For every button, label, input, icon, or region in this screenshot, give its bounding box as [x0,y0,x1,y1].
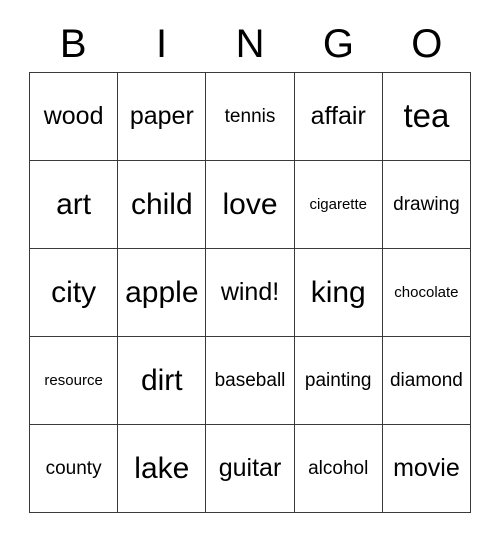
bingo-cell-label: tea [403,97,450,135]
bingo-cell-label: paper [129,102,194,131]
bingo-cell[interactable]: movie [382,425,472,513]
bingo-cell[interactable]: love [206,161,295,249]
bingo-header-letter-i: I [156,22,168,66]
bingo-cell-label: tennis [224,105,276,127]
bingo-cell[interactable]: resource [30,337,119,425]
bingo-cell-label: affair [310,102,366,131]
bingo-cell[interactable]: cigarette [294,161,383,249]
bingo-cell[interactable]: wood [30,73,119,161]
bingo-cell-label: resource [44,371,103,389]
bingo-row: resource dirt baseball painting diamond [30,337,472,425]
bingo-row: city apple wind! king chocolate [30,249,472,337]
bingo-cell[interactable]: county [30,425,119,513]
bingo-cell-label: love [222,187,278,221]
bingo-cell-label: child [130,187,193,221]
bingo-cell[interactable]: alcohol [294,425,383,513]
bingo-row: wood paper tennis affair tea [30,73,472,161]
bingo-row: art child love cigarette drawing [30,161,472,249]
bingo-cell-label: diamond [389,369,463,391]
bingo-cell-label: wind! [220,278,280,307]
bingo-cell[interactable]: child [118,161,207,249]
bingo-cell-label: chocolate [394,283,459,301]
bingo-header-letter-o: O [411,22,443,66]
bingo-cell-label: dirt [140,363,183,397]
bingo-cell[interactable]: apple [118,249,207,337]
bingo-cell[interactable]: dirt [118,337,207,425]
bingo-cell-label: art [56,187,92,221]
bingo-cell-label: king [310,275,366,309]
bingo-cell-label: movie [393,454,460,483]
bingo-cell[interactable]: tea [382,73,472,161]
bingo-cell-label: alcohol [308,457,369,479]
bingo-cell-label: lake [134,451,190,485]
bingo-cell[interactable]: affair [294,73,383,161]
bingo-cell[interactable]: king [294,249,383,337]
bingo-cell[interactable]: tennis [206,73,295,161]
bingo-cell[interactable]: lake [118,425,207,513]
bingo-cell-label: apple [125,275,199,309]
bingo-cell[interactable]: baseball [206,337,295,425]
bingo-header-letter-n: N [235,22,265,66]
bingo-cell-label: county [45,457,102,479]
bingo-cell[interactable]: art [30,161,119,249]
bingo-cell[interactable]: guitar [206,425,295,513]
bingo-row: county lake guitar alcohol movie [30,425,472,513]
bingo-header-row: B I N G O [29,16,471,72]
bingo-cell[interactable]: paper [118,73,207,161]
bingo-cell[interactable]: drawing [382,161,472,249]
bingo-header-letter-g: G [322,22,354,66]
bingo-card: B I N G O wood paper tennis affair tea a… [29,16,472,513]
bingo-cell-label: wood [43,102,104,131]
bingo-cell[interactable]: painting [294,337,383,425]
bingo-header-letter-b: B [59,22,87,66]
bingo-cell-label: drawing [393,193,460,215]
bingo-cell[interactable]: city [30,249,119,337]
bingo-cell-label: baseball [214,369,286,391]
bingo-cell[interactable]: wind! [206,249,295,337]
bingo-cell-label: guitar [218,454,282,483]
bingo-grid: wood paper tennis affair tea art child l… [29,72,472,513]
bingo-cell-label: cigarette [309,195,367,213]
bingo-cell-label: painting [304,369,372,391]
bingo-cell[interactable]: chocolate [382,249,472,337]
bingo-cell-label: city [51,275,97,309]
bingo-cell[interactable]: diamond [382,337,472,425]
